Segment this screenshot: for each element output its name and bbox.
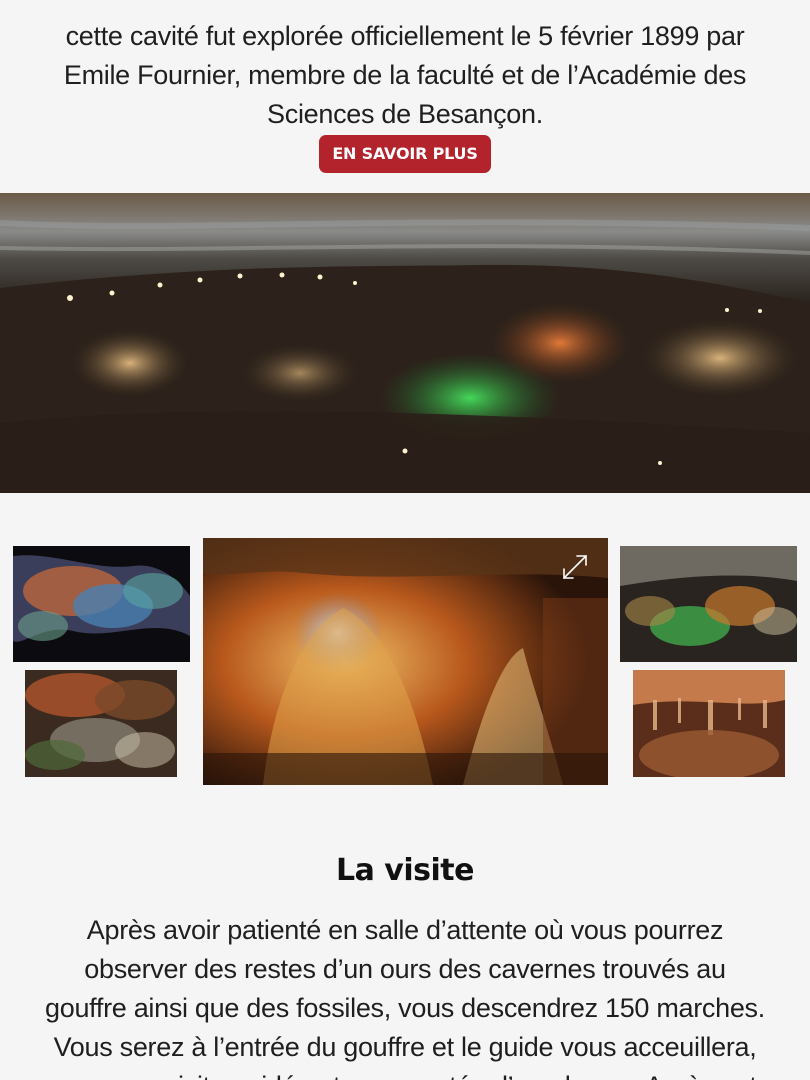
hero-cave-panorama	[0, 193, 810, 493]
intro-paragraph: cette cavité fut explorée officiellement…	[63, 21, 747, 129]
gallery-main-image[interactable]	[203, 538, 608, 785]
gallery-thumbnail[interactable]	[633, 670, 785, 777]
learn-more-button[interactable]: EN SAVOIR PLUS	[319, 135, 491, 173]
gallery-thumbnail[interactable]	[13, 546, 190, 662]
section-body: Après avoir patienté en salle d’attente …	[45, 915, 765, 1080]
gallery-thumbnail[interactable]	[25, 670, 177, 777]
expand-icon[interactable]	[560, 552, 590, 582]
gallery-thumbnail[interactable]	[620, 546, 797, 662]
section-title: La visite	[336, 852, 474, 888]
page: cette cavité fut explorée officiellement…	[0, 0, 810, 1080]
